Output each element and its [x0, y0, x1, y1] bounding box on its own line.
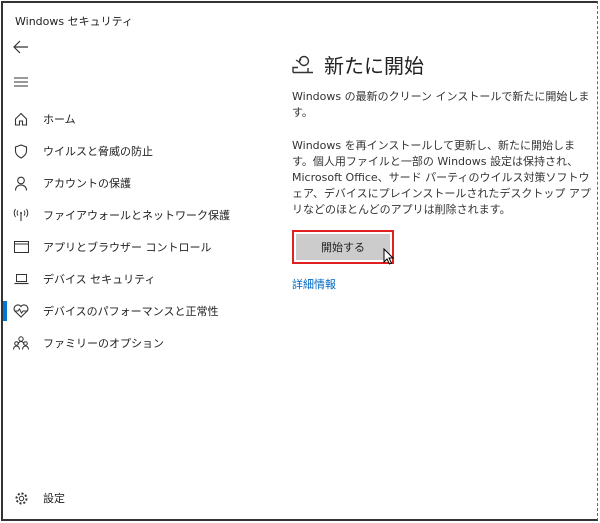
page-title-text: 新たに開始 [324, 53, 424, 78]
sidebar-item-label: 設定 [43, 492, 65, 505]
subtitle: Windows の最新のクリーン インストールで新たに開始します。 [292, 90, 590, 119]
sidebar-item-label: デバイスのパフォーマンスと正常性 [43, 305, 219, 318]
hamburger-menu-icon[interactable] [13, 74, 29, 90]
page-title: 新たに開始 [292, 49, 592, 79]
home-icon [13, 111, 29, 127]
sidebar-item-virus-protection[interactable]: ウイルスと脅威の防止 [3, 137, 263, 165]
sidebar-item-device-performance[interactable]: デバイスのパフォーマンスと正常性 [3, 297, 263, 325]
sidebar-item-label: アカウントの保護 [43, 177, 131, 190]
sidebar-item-account-protection[interactable]: アカウントの保護 [3, 169, 263, 197]
start-button[interactable]: 開始する [296, 234, 390, 260]
sidebar-item-label: アプリとブラウザー コントロール [43, 241, 212, 254]
sidebar-item-label: ファミリーのオプション [43, 337, 164, 350]
person-icon [13, 175, 29, 191]
sidebar-item-firewall[interactable]: ファイアウォールとネットワーク保護 [3, 201, 263, 229]
app-window: Windows セキュリティ ホーム ウイルスと脅威の防止 アカウントの保護 フ… [1, 1, 598, 521]
sidebar-item-label: ウイルスと脅威の防止 [43, 145, 153, 158]
family-icon [13, 335, 29, 351]
sidebar-item-label: ファイアウォールとネットワーク保護 [43, 209, 230, 222]
heart-icon [13, 303, 29, 319]
highlight-box: 開始する [292, 230, 394, 265]
sidebar-item-home[interactable]: ホーム [3, 105, 263, 133]
laptop-icon [13, 271, 29, 287]
window-title: Windows セキュリティ [15, 15, 133, 28]
sidebar-item-app-browser-control[interactable]: アプリとブラウザー コントロール [3, 233, 263, 261]
back-arrow-icon[interactable] [13, 39, 29, 55]
description: Windows を再インストールして更新し、新たに開始します。個人用ファイルと一… [292, 139, 591, 216]
wireless-icon [13, 207, 29, 223]
more-info-link[interactable]: 詳細情報 [292, 276, 336, 292]
sidebar-item-label: ホーム [43, 113, 76, 126]
fresh-start-panel: 新たに開始 Windows の最新のクリーン インストールで新たに開始します。 … [292, 49, 592, 292]
sidebar-item-device-security[interactable]: デバイス セキュリティ [3, 265, 263, 293]
shield-icon [13, 143, 29, 159]
sidebar-item-family-options[interactable]: ファミリーのオプション [3, 329, 263, 357]
sidebar-item-settings[interactable]: 設定 [3, 484, 263, 512]
fresh-start-icon [292, 55, 313, 74]
gear-icon [13, 490, 29, 506]
active-indicator [3, 301, 7, 321]
app-window-icon [13, 239, 29, 255]
mouse-cursor-icon [383, 248, 394, 265]
sidebar-item-label: デバイス セキュリティ [43, 273, 156, 286]
